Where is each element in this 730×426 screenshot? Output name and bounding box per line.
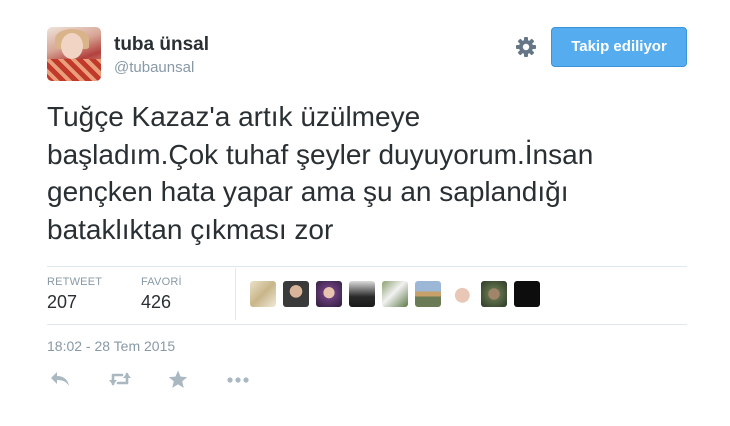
reply-icon[interactable]: [49, 370, 73, 390]
avatar-scarf: [47, 59, 101, 81]
favoriter-avatar[interactable]: [448, 281, 474, 307]
tweet-stats: RETWEET 207 FAVORİ 426: [47, 268, 687, 324]
more-icon[interactable]: [226, 370, 250, 390]
tweet-text-line: başladım.Çok tuhaf şeyler duyuyorum.İnsa…: [47, 138, 594, 170]
user-avatar[interactable]: [47, 27, 101, 81]
user-display-name[interactable]: tuba ünsal: [114, 34, 209, 56]
favoriter-avatar[interactable]: [514, 281, 540, 307]
stats-bottom-divider: [47, 324, 687, 325]
tweet-card: tuba ünsal @tubaunsal Takip ediliyor Tuğ…: [0, 0, 730, 426]
retweet-count: 207: [47, 292, 78, 312]
gear-icon[interactable]: [515, 36, 537, 58]
tweet-text-line: Tuğçe Kazaz'a artık üzülmeye: [47, 101, 421, 132]
favorite-count: 426: [141, 292, 172, 312]
favoriter-avatar[interactable]: [250, 281, 276, 307]
favoriter-avatar[interactable]: [382, 281, 408, 307]
favoriter-avatar[interactable]: [415, 281, 441, 307]
favorite-stat[interactable]: FAVORİ 426: [141, 276, 182, 313]
stats-separator: [235, 268, 236, 320]
retweet-stat[interactable]: RETWEET 207: [47, 276, 102, 313]
favoriter-avatar[interactable]: [481, 281, 507, 307]
star-icon[interactable]: [168, 370, 192, 390]
favoriter-avatar[interactable]: [349, 281, 375, 307]
tweet-text-line: bataklıktan çıkması zor: [47, 213, 334, 245]
favoriter-avatar[interactable]: [316, 281, 342, 307]
avatar-face: [61, 33, 83, 59]
tweet-timestamp[interactable]: 18:02 - 28 Tem 2015: [47, 338, 175, 354]
tweet-text: Tuğçe Kazaz'a artık üzülmeye başladım.Ço…: [47, 98, 697, 248]
favorite-label: FAVORİ: [141, 276, 182, 288]
retweet-icon[interactable]: [108, 370, 132, 390]
stats-top-divider: [47, 266, 687, 267]
retweet-label: RETWEET: [47, 276, 103, 288]
favoriter-avatar[interactable]: [283, 281, 309, 307]
following-button[interactable]: Takip ediliyor: [551, 27, 687, 67]
user-handle[interactable]: @tubaunsal: [114, 59, 194, 76]
tweet-text-line: gençken hata yapar ama şu an saplandığı: [47, 176, 569, 207]
